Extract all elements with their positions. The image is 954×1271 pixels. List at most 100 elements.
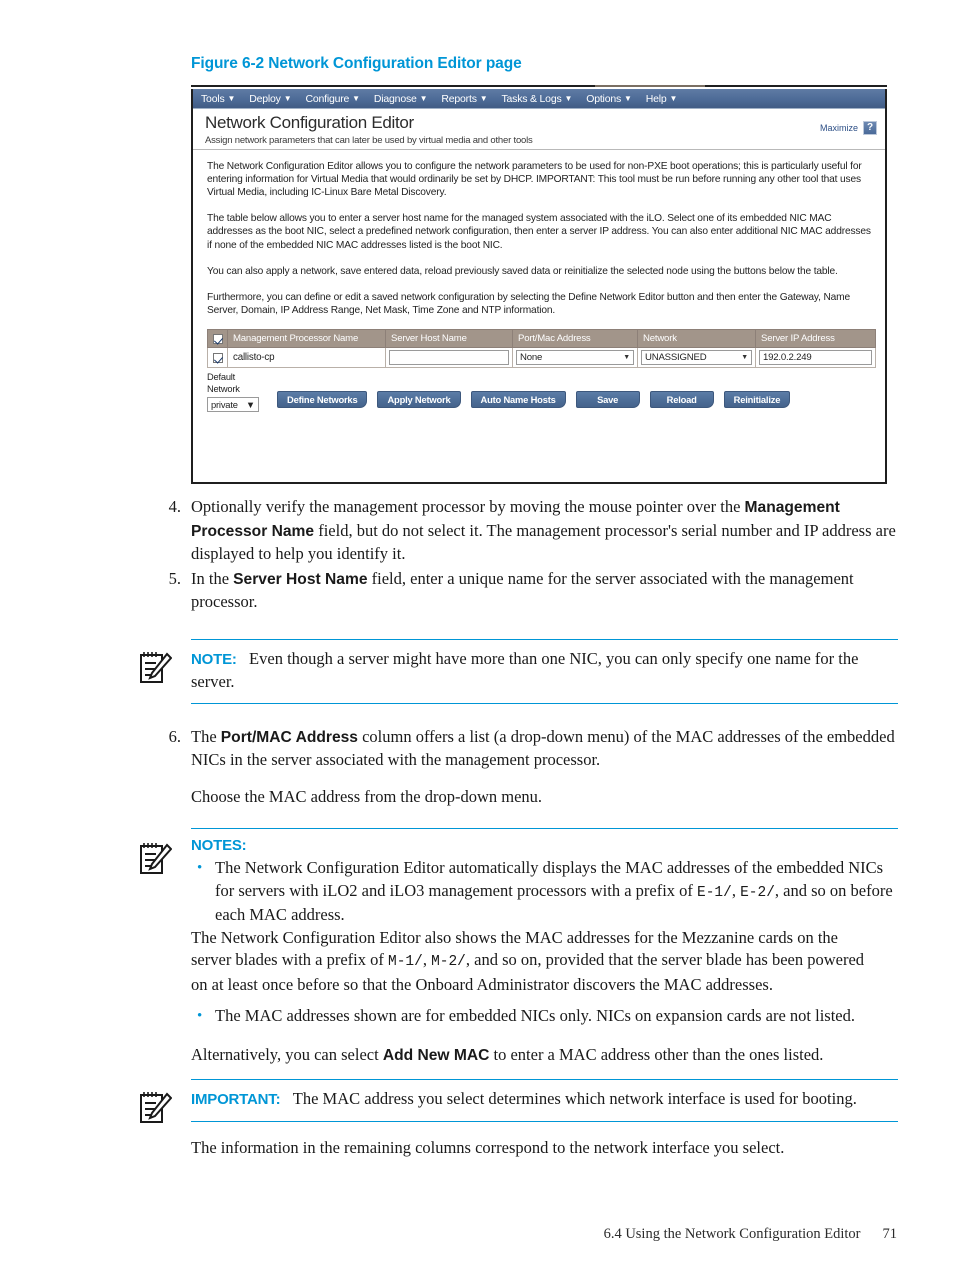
menu-item-options[interactable]: Options ▼ (586, 93, 632, 105)
menu-item-help-label: Help (645, 92, 667, 105)
menu-item-help[interactable]: Help ▼ (646, 93, 678, 105)
reload-button[interactable]: Reload (649, 391, 714, 409)
step-4-part-1: Optionally verify the management process… (191, 497, 745, 516)
closing-paragraph: The information in the remaining columns… (191, 1137, 785, 1157)
notes-sub-code1: M-1/ (388, 954, 423, 970)
window-controls: Maximize ? (820, 121, 877, 135)
note-pencil-icon (140, 1092, 172, 1123)
checkbox-icon[interactable] (212, 333, 223, 344)
notes-bullet-list: • The Network Configuration Editor autom… (191, 857, 898, 927)
notes-bullet-1: • The Network Configuration Editor autom… (191, 857, 898, 927)
network-config-table: Management Processor Name Server Host Na… (207, 329, 876, 369)
important-label: IMPORTANT: (191, 1091, 281, 1108)
menu-item-tools[interactable]: Tools ▼ (201, 93, 235, 105)
select-all-header[interactable] (207, 329, 228, 349)
step-6-part-1: The (191, 726, 221, 746)
save-button[interactable]: Save (575, 391, 640, 409)
help-icon[interactable]: ? (863, 121, 877, 135)
app-page-title: Network Configuration Editor (205, 113, 414, 132)
numbered-step-list-2: 6. The Port/MAC Address column offers a … (160, 726, 954, 772)
notes-sub-p3: , (422, 950, 432, 969)
alt-p1: Alternatively, you can select (191, 1044, 383, 1064)
column-header-server-host-name: Server Host Name (385, 329, 513, 349)
table-header-row: Management Processor Name Server Host Na… (207, 329, 876, 349)
step-6-number: 6. (168, 726, 181, 746)
column-header-network: Network (637, 329, 756, 349)
network-value: UNASSIGNED (645, 352, 707, 364)
app-paragraph-1: The Network Configuration Editor allows … (207, 160, 862, 198)
step-5: 5. In the Server Host Name field, enter … (160, 568, 954, 614)
notes-b1-p3: , (731, 880, 741, 900)
menu-item-deploy[interactable]: Deploy ▼ (249, 93, 291, 105)
app-page-subtitle: Assign network parameters that can later… (205, 134, 533, 146)
note-pencil-icon (140, 843, 172, 874)
notes-bullet-1-text: The Network Configuration Editor automat… (215, 857, 895, 927)
notes-sub-code2: M-2/ (431, 954, 466, 970)
step-4-text: Optionally verify the management process… (191, 496, 903, 566)
cell-management-processor-name: callisto-cp (227, 347, 386, 369)
step-4: 4. Optionally verify the management proc… (160, 496, 954, 566)
menu-item-options-label: Options (586, 92, 622, 105)
important-text: The MAC address you select determines wh… (292, 1089, 857, 1108)
default-network-label-line1: Default (207, 372, 236, 383)
figure-top-edge-right (705, 85, 887, 87)
notes-bullet-list-2: • The MAC addresses shown are for embedd… (191, 1005, 898, 1028)
step-4-number: 4. (168, 497, 181, 516)
note-callout-text: NOTE: Even though a server might have mo… (191, 648, 898, 694)
app-window: Tools ▼ Deploy ▼ Configure ▼ Diagnose ▼ Repo… (191, 89, 887, 484)
menu-item-configure-label: Configure (305, 92, 350, 105)
step-5-part-1: In the (191, 568, 234, 588)
note-text: Even though a server might have more tha… (191, 648, 859, 692)
notes-b1-code2: E-2/ (740, 884, 775, 901)
menu-item-tasks-and-logs[interactable]: Tasks & Logs ▼ (501, 93, 572, 105)
step-6-text: The Port/MAC Address column offers a lis… (191, 726, 929, 772)
notes-b1-code1: E-1/ (697, 884, 732, 901)
column-header-port-mac-address: Port/Mac Address (512, 329, 638, 349)
notes-label: NOTES: (191, 837, 247, 854)
port-mac-address-select[interactable]: None ▼ (516, 350, 634, 366)
row-select-cell[interactable] (207, 347, 228, 369)
network-select[interactable]: UNASSIGNED ▼ (641, 350, 752, 366)
default-network-select[interactable]: private ▼ (207, 397, 259, 413)
menu-item-configure[interactable]: Configure ▼ (305, 92, 360, 105)
reinitialize-button[interactable]: Reinitialize (723, 391, 791, 409)
default-network-value: private (211, 399, 238, 411)
choose-mac-paragraph: Choose the MAC address from the drop-dow… (191, 786, 543, 806)
maximize-link[interactable]: Maximize (820, 123, 858, 133)
document-body: 4. Optionally verify the management proc… (0, 496, 954, 1176)
chevron-down-icon: ▼ (624, 93, 632, 103)
step-5-number: 5. (168, 568, 181, 588)
chevron-down-icon: ▼ (741, 354, 748, 362)
server-ip-address-input[interactable]: 192.0.2.249 (759, 350, 872, 366)
chevron-down-icon: ▼ (479, 93, 488, 103)
app-controls-row: Default Network private ▼ Define Network… (207, 372, 871, 413)
numbered-step-list: 4. Optionally verify the management proc… (160, 496, 954, 614)
menu-item-reports[interactable]: Reports ▼ (441, 93, 487, 105)
checkbox-icon[interactable] (212, 352, 223, 363)
notes-bullet-2-text: The MAC addresses shown are for embedded… (215, 1006, 855, 1025)
apply-network-button[interactable]: Apply Network (377, 391, 461, 409)
menu-item-tools-label: Tools (201, 92, 225, 105)
note-label: NOTE: (191, 650, 237, 668)
chevron-down-icon: ▼ (623, 354, 630, 362)
auto-name-hosts-button[interactable]: Auto Name Hosts (470, 391, 566, 409)
menu-item-diagnose[interactable]: Diagnose ▼ (374, 93, 428, 105)
menu-item-deploy-label: Deploy (249, 92, 281, 105)
alt-bold-term: Add New MAC (382, 1046, 490, 1064)
chevron-down-icon: ▼ (669, 93, 678, 103)
chevron-down-icon: ▼ (245, 399, 255, 411)
menu-item-reports-label: Reports (441, 92, 477, 105)
important-callout: IMPORTANT: The MAC address you select de… (140, 1080, 898, 1123)
notes-subparagraph: The Network Configuration Editor also sh… (191, 927, 871, 997)
app-paragraph-2: The table below allows you to enter a se… (207, 213, 871, 251)
alternatively-paragraph: Alternatively, you can select Add New MA… (191, 1044, 898, 1068)
app-paragraph-4: Furthermore, you can define or edit a sa… (207, 291, 851, 317)
app-button-row: Define Networks Apply Network Auto Name … (277, 391, 791, 409)
chevron-down-icon: ▼ (564, 93, 573, 103)
chevron-down-icon: ▼ (419, 93, 428, 103)
bullet-icon: • (197, 1008, 203, 1024)
page-number: 71 (882, 1226, 898, 1242)
step-5-text: In the Server Host Name field, enter a u… (191, 568, 903, 614)
define-networks-button[interactable]: Define Networks (277, 391, 368, 409)
server-host-name-input[interactable] (389, 350, 509, 366)
